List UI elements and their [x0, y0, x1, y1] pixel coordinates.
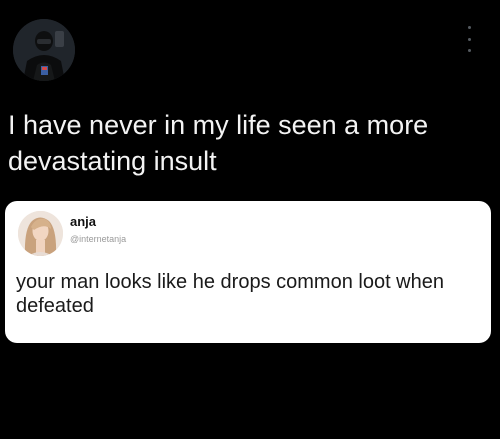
quoted-author-avatar[interactable] [18, 211, 63, 256]
more-options-icon [467, 49, 471, 52]
quoted-tweet-text: your man looks like he drops common loot… [16, 271, 444, 317]
quoted-author-name[interactable]: anja [70, 214, 96, 229]
user-avatar-photo-icon [13, 19, 75, 81]
more-options-icon [467, 37, 471, 41]
author-avatar[interactable] [13, 19, 75, 81]
quoted-tweet-card[interactable]: anja @internetanja your man looks like h… [5, 201, 491, 343]
quoted-author-handle[interactable]: @internetanja [70, 234, 126, 244]
more-options-icon [467, 26, 471, 29]
user-avatar-photo-icon [18, 211, 63, 256]
more-options-button[interactable] [464, 26, 474, 52]
post-text: I have never in my life seen a more deva… [8, 110, 429, 176]
